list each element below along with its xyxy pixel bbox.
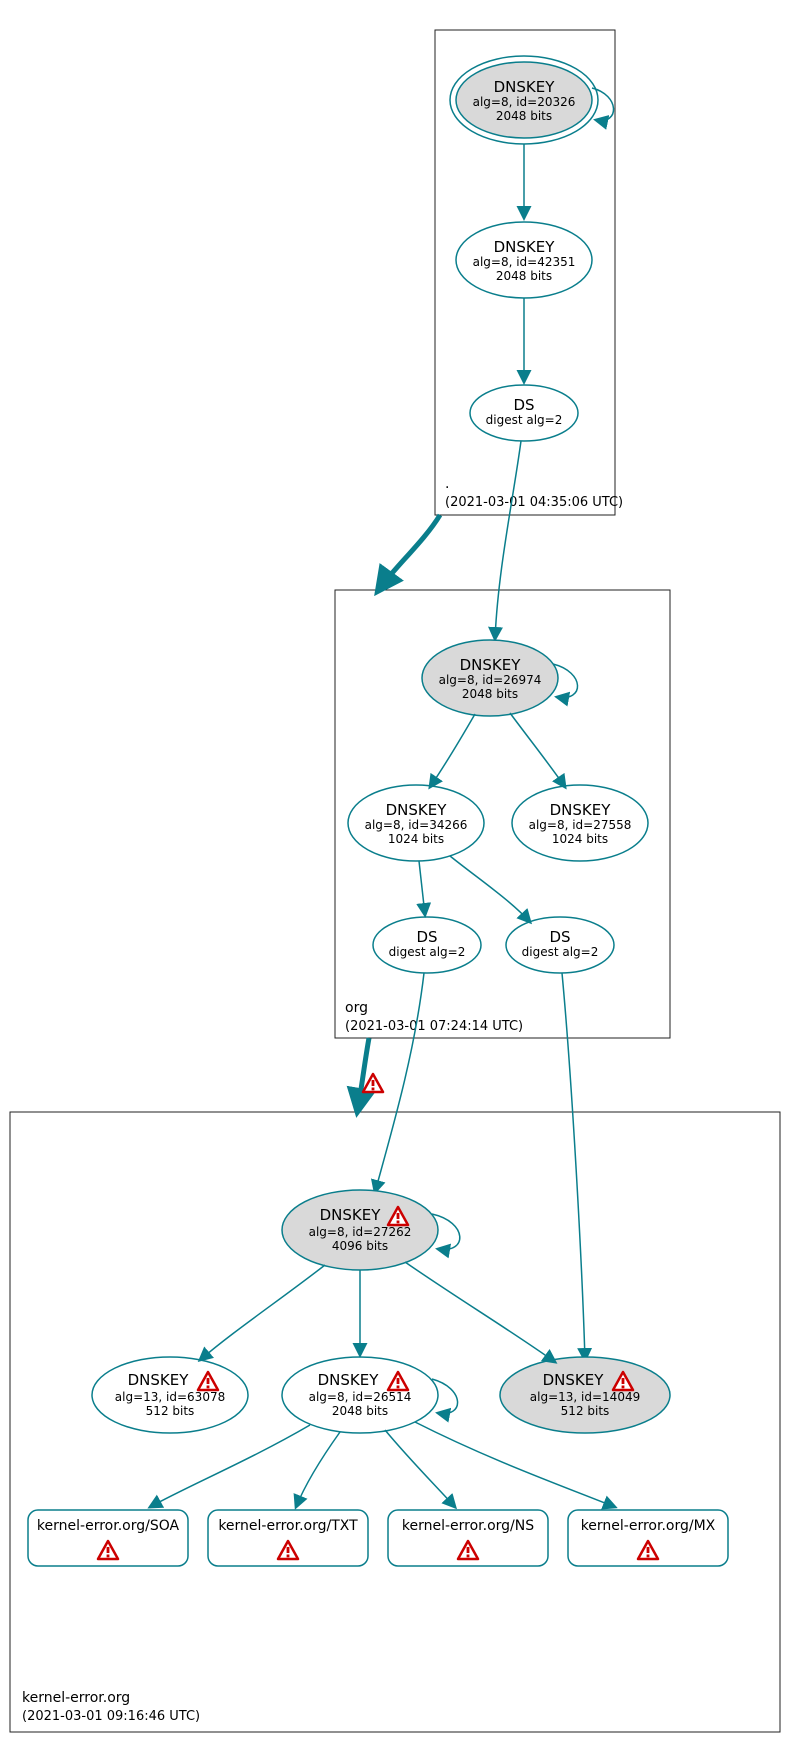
edge-dom-zsk-b-to-ns — [385, 1430, 455, 1507]
node-root-ds: DS digest alg=2 — [470, 385, 578, 441]
svg-text:DNSKEY: DNSKEY — [550, 801, 612, 819]
svg-text:digest alg=2: digest alg=2 — [389, 945, 466, 959]
svg-text:DNSKEY: DNSKEY — [494, 78, 556, 96]
node-root-zsk: DNSKEY alg=8, id=42351 2048 bits — [456, 222, 592, 298]
edge-org-ksk-to-zsk1 — [430, 714, 475, 787]
node-leaf-soa: kernel-error.org/SOA — [28, 1510, 188, 1566]
zone-org-label: org — [345, 1000, 368, 1016]
svg-text:DNSKEY: DNSKEY — [386, 801, 448, 819]
node-dom-zsk-a: DNSKEY alg=13, id=63078 512 bits — [92, 1357, 248, 1433]
svg-text:alg=8, id=26514: alg=8, id=26514 — [309, 1390, 412, 1404]
node-org-zsk1: DNSKEY alg=8, id=34266 1024 bits — [348, 785, 484, 861]
svg-text:alg=8, id=27262: alg=8, id=27262 — [309, 1225, 412, 1239]
zone-root-label: . — [445, 476, 449, 492]
svg-text:digest alg=2: digest alg=2 — [486, 413, 563, 427]
svg-text:1024 bits: 1024 bits — [388, 832, 444, 846]
svg-text:DNSKEY: DNSKEY — [543, 1371, 605, 1389]
edge-dom-zsk-b-to-txt — [296, 1432, 340, 1507]
edge-dom-ksk-to-zsk-c — [405, 1262, 555, 1362]
node-org-zsk2: DNSKEY alg=8, id=27558 1024 bits — [512, 785, 648, 861]
svg-text:DNSKEY: DNSKEY — [318, 1371, 380, 1389]
svg-text:DNSKEY: DNSKEY — [320, 1206, 382, 1224]
svg-text:DNSKEY: DNSKEY — [460, 656, 522, 674]
svg-text:alg=8, id=42351: alg=8, id=42351 — [473, 255, 576, 269]
svg-text:kernel-error.org/SOA: kernel-error.org/SOA — [37, 1518, 180, 1534]
zone-root-timestamp: (2021-03-01 04:35:06 UTC) — [445, 495, 623, 510]
zone-domain-label: kernel-error.org — [22, 1690, 130, 1706]
svg-text:DS: DS — [549, 928, 570, 946]
zone-domain-timestamp: (2021-03-01 09:16:46 UTC) — [22, 1709, 200, 1724]
svg-text:512 bits: 512 bits — [146, 1404, 195, 1418]
warning-icon — [363, 1074, 383, 1092]
svg-text:4096 bits: 4096 bits — [332, 1239, 388, 1253]
edge-root-ds-to-org-ksk — [495, 441, 521, 639]
svg-text:2048 bits: 2048 bits — [496, 269, 552, 283]
node-leaf-txt: kernel-error.org/TXT — [208, 1510, 368, 1566]
svg-text:kernel-error.org/MX: kernel-error.org/MX — [581, 1518, 716, 1534]
node-org-ds2: DS digest alg=2 — [506, 917, 614, 973]
node-org-ds1: DS digest alg=2 — [373, 917, 481, 973]
edge-org-ds1-to-dom-ksk — [375, 973, 424, 1192]
svg-text:DS: DS — [513, 396, 534, 414]
svg-text:2048 bits: 2048 bits — [496, 109, 552, 123]
zone-org-timestamp: (2021-03-01 07:24:14 UTC) — [345, 1019, 523, 1034]
edge-dom-ksk-to-zsk-a — [200, 1265, 325, 1360]
node-root-ksk: DNSKEY alg=8, id=20326 2048 bits — [450, 56, 598, 144]
svg-text:digest alg=2: digest alg=2 — [522, 945, 599, 959]
svg-text:alg=8, id=34266: alg=8, id=34266 — [365, 818, 468, 832]
edge-dom-zsk-b-to-soa — [150, 1425, 310, 1507]
edge-root-ksk-selfloop — [592, 88, 614, 121]
edge-org-ds2-to-dom-zsk-c — [562, 973, 585, 1360]
svg-text:alg=8, id=26974: alg=8, id=26974 — [439, 673, 542, 687]
edge-dom-zsk-b-to-mx — [415, 1422, 615, 1507]
edge-org-zsk1-to-ds1 — [419, 861, 425, 915]
svg-text:512 bits: 512 bits — [561, 1404, 610, 1418]
svg-text:kernel-error.org/TXT: kernel-error.org/TXT — [218, 1518, 358, 1534]
svg-text:DNSKEY: DNSKEY — [494, 238, 556, 256]
svg-text:2048 bits: 2048 bits — [332, 1404, 388, 1418]
svg-text:kernel-error.org/NS: kernel-error.org/NS — [402, 1518, 534, 1534]
svg-text:alg=8, id=20326: alg=8, id=20326 — [473, 95, 576, 109]
node-leaf-ns: kernel-error.org/NS — [388, 1510, 548, 1566]
dnssec-graph: . (2021-03-01 04:35:06 UTC) DNSKEY alg=8… — [0, 0, 801, 1745]
edge-root-to-org-thick — [380, 515, 440, 588]
svg-text:alg=13, id=63078: alg=13, id=63078 — [115, 1390, 225, 1404]
svg-text:DNSKEY: DNSKEY — [128, 1371, 190, 1389]
edge-org-ksk-to-zsk2 — [510, 713, 565, 787]
node-dom-zsk-b: DNSKEY alg=8, id=26514 2048 bits — [282, 1357, 438, 1433]
svg-text:alg=13, id=14049: alg=13, id=14049 — [530, 1390, 640, 1404]
edge-org-zsk1-to-ds2 — [450, 856, 530, 922]
node-leaf-mx: kernel-error.org/MX — [568, 1510, 728, 1566]
svg-text:1024 bits: 1024 bits — [552, 832, 608, 846]
svg-text:alg=8, id=27558: alg=8, id=27558 — [529, 818, 632, 832]
edge-org-to-domain-thick — [358, 1038, 369, 1108]
svg-text:DS: DS — [416, 928, 437, 946]
node-org-ksk: DNSKEY alg=8, id=26974 2048 bits — [422, 640, 558, 716]
node-dom-zsk-c: DNSKEY alg=13, id=14049 512 bits — [500, 1357, 670, 1433]
svg-text:2048 bits: 2048 bits — [462, 687, 518, 701]
node-dom-ksk: DNSKEY alg=8, id=27262 4096 bits — [282, 1190, 438, 1270]
